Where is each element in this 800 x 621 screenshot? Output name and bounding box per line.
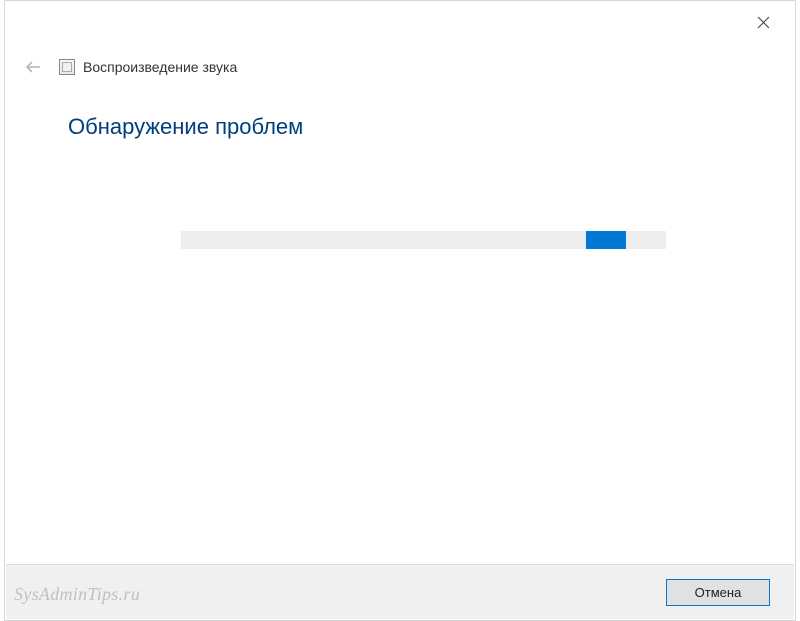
close-button[interactable] — [745, 7, 781, 37]
progress-chunk — [586, 231, 626, 249]
cancel-button[interactable]: Отмена — [666, 579, 770, 606]
troubleshooter-icon — [59, 59, 75, 75]
header-row: Воспроизведение звука — [21, 55, 779, 79]
footer-bar: Отмена — [6, 564, 794, 619]
back-arrow-icon — [24, 58, 42, 76]
main-heading: Обнаружение проблем — [68, 114, 303, 140]
progress-bar — [181, 231, 666, 249]
troubleshooter-title: Воспроизведение звука — [83, 59, 237, 75]
back-button[interactable] — [21, 55, 45, 79]
dialog-window: Воспроизведение звука Обнаружение пробле… — [4, 0, 796, 621]
close-icon — [757, 16, 770, 29]
